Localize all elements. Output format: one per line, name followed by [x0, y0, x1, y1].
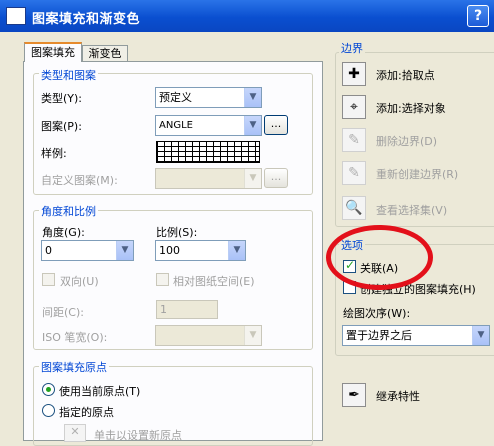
type-value: 预定义: [159, 91, 192, 104]
use-current-origin-label: 使用当前原点(T): [59, 385, 141, 398]
chevron-down-icon[interactable]: ▼: [228, 241, 245, 260]
specified-origin-label: 指定的原点: [59, 406, 114, 419]
tab-gradient[interactable]: 渐变色: [82, 45, 128, 62]
inherit-properties-icon[interactable]: ✒: [342, 383, 366, 407]
remove-boundary-icon[interactable]: ✎: [342, 128, 366, 152]
pattern-browse-button[interactable]: ...: [264, 115, 288, 135]
add-select-objects-label[interactable]: 添加:选择对象: [376, 100, 446, 116]
help-button[interactable]: ?: [467, 5, 489, 27]
chevron-down-icon[interactable]: ▼: [116, 241, 133, 260]
double-label: 双向(U): [60, 275, 99, 288]
iso-pen-width-select[interactable]: ▼: [155, 325, 262, 346]
angle-value: 0: [45, 244, 52, 257]
iso-pen-width-label: ISO 笔宽(O):: [42, 331, 108, 344]
sample-label: 样例:: [41, 147, 67, 160]
pattern-label: 图案(P):: [41, 120, 82, 133]
type-label: 类型(Y):: [41, 92, 83, 105]
recreate-boundary-label[interactable]: 重新创建边界(R): [376, 166, 458, 182]
use-current-origin-radio[interactable]: [42, 383, 55, 396]
radio-selected-dot: [46, 387, 51, 392]
chevron-down-icon[interactable]: ▼: [244, 326, 261, 345]
pattern-value: ANGLE: [159, 120, 193, 131]
pick-point-icon[interactable]: ✚: [342, 62, 366, 86]
title-bar: 图案填充和渐变色 ?: [0, 0, 494, 32]
custom-pattern-label: 自定义图案(M):: [41, 174, 118, 187]
draw-order-value: 置于边界之后: [346, 329, 412, 342]
double-checkbox[interactable]: [42, 273, 55, 286]
spacing-input[interactable]: 1: [156, 300, 218, 319]
window-title: 图案填充和渐变色: [32, 12, 141, 27]
view-selection-icon[interactable]: 🔍: [342, 196, 366, 220]
click-set-origin-label: 单击以设置新原点: [94, 429, 182, 442]
hatch-app-icon: [6, 7, 26, 25]
relative-paper-space-checkbox[interactable]: [156, 273, 169, 286]
scale-label: 比例(S):: [156, 226, 198, 239]
view-selection-label[interactable]: 查看选择集(V): [376, 202, 447, 218]
pattern-select[interactable]: ANGLE ▼: [155, 115, 262, 136]
red-annotation-circle: [326, 225, 433, 290]
custom-pattern-select[interactable]: ▼: [155, 168, 262, 189]
chevron-down-icon[interactable]: ▼: [244, 88, 261, 107]
hatch-origin-legend: 图案填充原点: [39, 359, 109, 375]
chevron-down-icon[interactable]: ▼: [472, 326, 489, 345]
custom-pattern-browse-button[interactable]: ...: [264, 168, 288, 188]
draw-order-select[interactable]: 置于边界之后 ▼: [342, 325, 490, 346]
remove-boundary-label[interactable]: 删除边界(D): [376, 133, 437, 149]
chevron-down-icon[interactable]: ▼: [244, 169, 261, 188]
type-pattern-legend: 类型和图案: [39, 67, 98, 83]
set-origin-icon[interactable]: ✕: [64, 424, 86, 442]
draw-order-label: 绘图次序(W):: [343, 307, 411, 320]
spacing-label: 间距(C):: [42, 306, 84, 319]
inherit-properties-label[interactable]: 继承特性: [376, 388, 420, 404]
recreate-boundary-icon[interactable]: ✎: [342, 161, 366, 185]
scale-value: 100: [159, 244, 180, 257]
tab-hatch[interactable]: 图案填充: [24, 42, 82, 62]
chevron-down-icon[interactable]: ▼: [244, 116, 261, 135]
add-pick-point-label[interactable]: 添加:拾取点: [376, 67, 435, 83]
relative-paper-space-label: 相对图纸空间(E): [173, 275, 255, 288]
angle-select[interactable]: 0 ▼: [41, 240, 134, 261]
pattern-swatch[interactable]: [156, 141, 260, 163]
angle-scale-legend: 角度和比例: [39, 203, 98, 219]
angle-label: 角度(G):: [42, 226, 85, 239]
scale-select[interactable]: 100 ▼: [155, 240, 246, 261]
type-select[interactable]: 预定义 ▼: [155, 87, 262, 108]
boundary-legend: 边界: [339, 40, 365, 56]
specified-origin-radio[interactable]: [42, 404, 55, 417]
select-objects-icon[interactable]: ⌖: [342, 95, 366, 119]
